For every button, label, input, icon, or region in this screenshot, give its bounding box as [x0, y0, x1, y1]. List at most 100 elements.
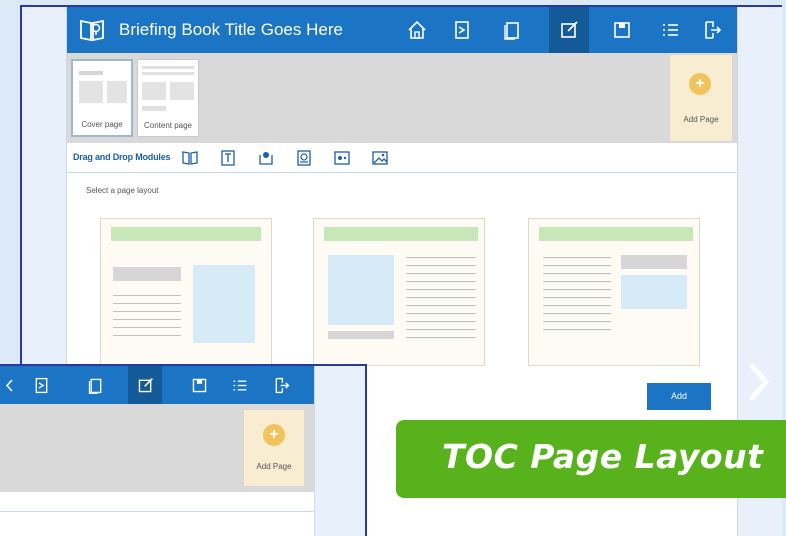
text-line: [406, 305, 476, 306]
thumb-line: [142, 106, 166, 111]
heading-block: [621, 255, 687, 269]
thumb-line: [142, 66, 194, 69]
modules-toolbar: Drag and Drop Modules: [67, 143, 737, 173]
nav-pages-button[interactable]: [492, 7, 532, 53]
header-block: [539, 227, 693, 241]
add-page-label: Add Page: [683, 115, 719, 124]
nav-save-button[interactable]: [602, 7, 642, 53]
thumb-block: [107, 81, 127, 103]
text-line: [113, 327, 181, 328]
thumb-block: [79, 81, 103, 103]
image-block: [621, 275, 687, 309]
header-block: [324, 227, 478, 241]
text-line: [543, 265, 611, 266]
edit-icon: [561, 21, 578, 38]
inset-list-button[interactable]: [222, 366, 256, 404]
home-icon: [408, 20, 426, 39]
text-line: [543, 313, 611, 314]
inset-right-margin: [314, 366, 365, 536]
pages-icon: [504, 22, 519, 40]
text-line: [543, 321, 611, 322]
inset-modules-bar: [0, 492, 314, 512]
cover-page-thumbnail[interactable]: Cover page: [71, 59, 133, 137]
add-page-button[interactable]: + Add Page: [670, 55, 732, 141]
inset-exit-button[interactable]: [264, 366, 298, 404]
text-line: [543, 329, 611, 330]
thumb-line: [79, 71, 103, 75]
exit-icon: [705, 21, 722, 39]
inset-add-page-button[interactable]: + Add Page: [244, 410, 304, 486]
video-module-icon[interactable]: [295, 149, 313, 167]
top-bar: Briefing Book Title Goes Here: [67, 7, 737, 53]
thumbnail-label: Content page: [143, 121, 193, 130]
add-layout-button[interactable]: Add: [647, 383, 711, 410]
app-title: Briefing Book Title Goes Here: [119, 20, 343, 39]
text-line: [406, 281, 476, 282]
text-line: [113, 295, 181, 296]
text-line: [543, 297, 611, 298]
inset-add-page-label: Add Page: [256, 462, 292, 471]
heading-block: [113, 267, 181, 281]
text-line: [543, 273, 611, 274]
text-line: [406, 321, 476, 322]
text-line: [406, 265, 476, 266]
text-line: [406, 329, 476, 330]
layout-option-image-top-right[interactable]: [528, 218, 700, 366]
text-line: [543, 257, 611, 258]
layout-option-image-left[interactable]: [313, 218, 485, 366]
inset-pages-button[interactable]: [78, 366, 112, 404]
select-layout-label: Select a page layout: [86, 186, 159, 195]
text-line: [406, 289, 476, 290]
edit-icon: [138, 377, 153, 392]
bookmark-icon: [35, 377, 47, 393]
thumbnail-label: Cover page: [81, 120, 123, 129]
pages-icon: [88, 378, 101, 394]
inset-edit-button[interactable]: [128, 366, 162, 404]
list-icon: [663, 24, 678, 36]
text-line: [406, 337, 476, 338]
text-line: [113, 319, 181, 320]
chevron-left-icon: [5, 378, 13, 392]
image-pin-module-icon[interactable]: [257, 149, 275, 167]
text-module-icon[interactable]: [219, 149, 237, 167]
caption-text: TOC Page Layout: [442, 437, 764, 476]
text-line: [406, 297, 476, 298]
inset-thumbnails-bar: + Add Page: [0, 404, 314, 492]
text-line: [113, 311, 181, 312]
inset-save-button[interactable]: [182, 366, 216, 404]
book-module-icon[interactable]: [181, 149, 199, 167]
caption-badge: TOC Page Layout: [396, 420, 786, 498]
thumb-block: [170, 82, 194, 100]
save-icon: [192, 378, 206, 392]
inset-bookmark-button[interactable]: [24, 366, 58, 404]
modules-label: Drag and Drop Modules: [73, 152, 171, 162]
save-icon: [614, 22, 630, 38]
image-block: [193, 265, 255, 343]
layout-option-image-right[interactable]: [100, 218, 272, 366]
text-line: [406, 313, 476, 314]
text-line: [543, 281, 611, 282]
bookmark-icon: [455, 21, 469, 39]
text-line: [543, 305, 611, 306]
nav-list-button[interactable]: [650, 7, 690, 53]
nav-home-button[interactable]: [397, 7, 437, 53]
exit-icon: [275, 377, 289, 393]
book-logo-icon: [80, 19, 104, 42]
text-line: [543, 289, 611, 290]
toggle-module-icon[interactable]: [333, 149, 351, 167]
text-line: [406, 273, 476, 274]
inset-top-bar: [0, 366, 314, 404]
content-page-thumbnail[interactable]: Content page: [137, 59, 199, 137]
inset-nav-arrow-button[interactable]: [0, 366, 26, 404]
next-chevron-icon[interactable]: [744, 362, 774, 402]
page-thumbnails-bar: Cover page Content page + Add Page: [67, 53, 737, 143]
nav-edit-button[interactable]: [549, 7, 589, 53]
photo-module-icon[interactable]: [371, 149, 389, 167]
nav-exit-button[interactable]: [692, 7, 732, 53]
caption-block: [328, 331, 394, 339]
thumb-line: [142, 72, 194, 75]
header-block: [111, 227, 261, 241]
nav-bookmark-button[interactable]: [442, 7, 482, 53]
text-line: [406, 257, 476, 258]
image-block: [328, 255, 394, 325]
